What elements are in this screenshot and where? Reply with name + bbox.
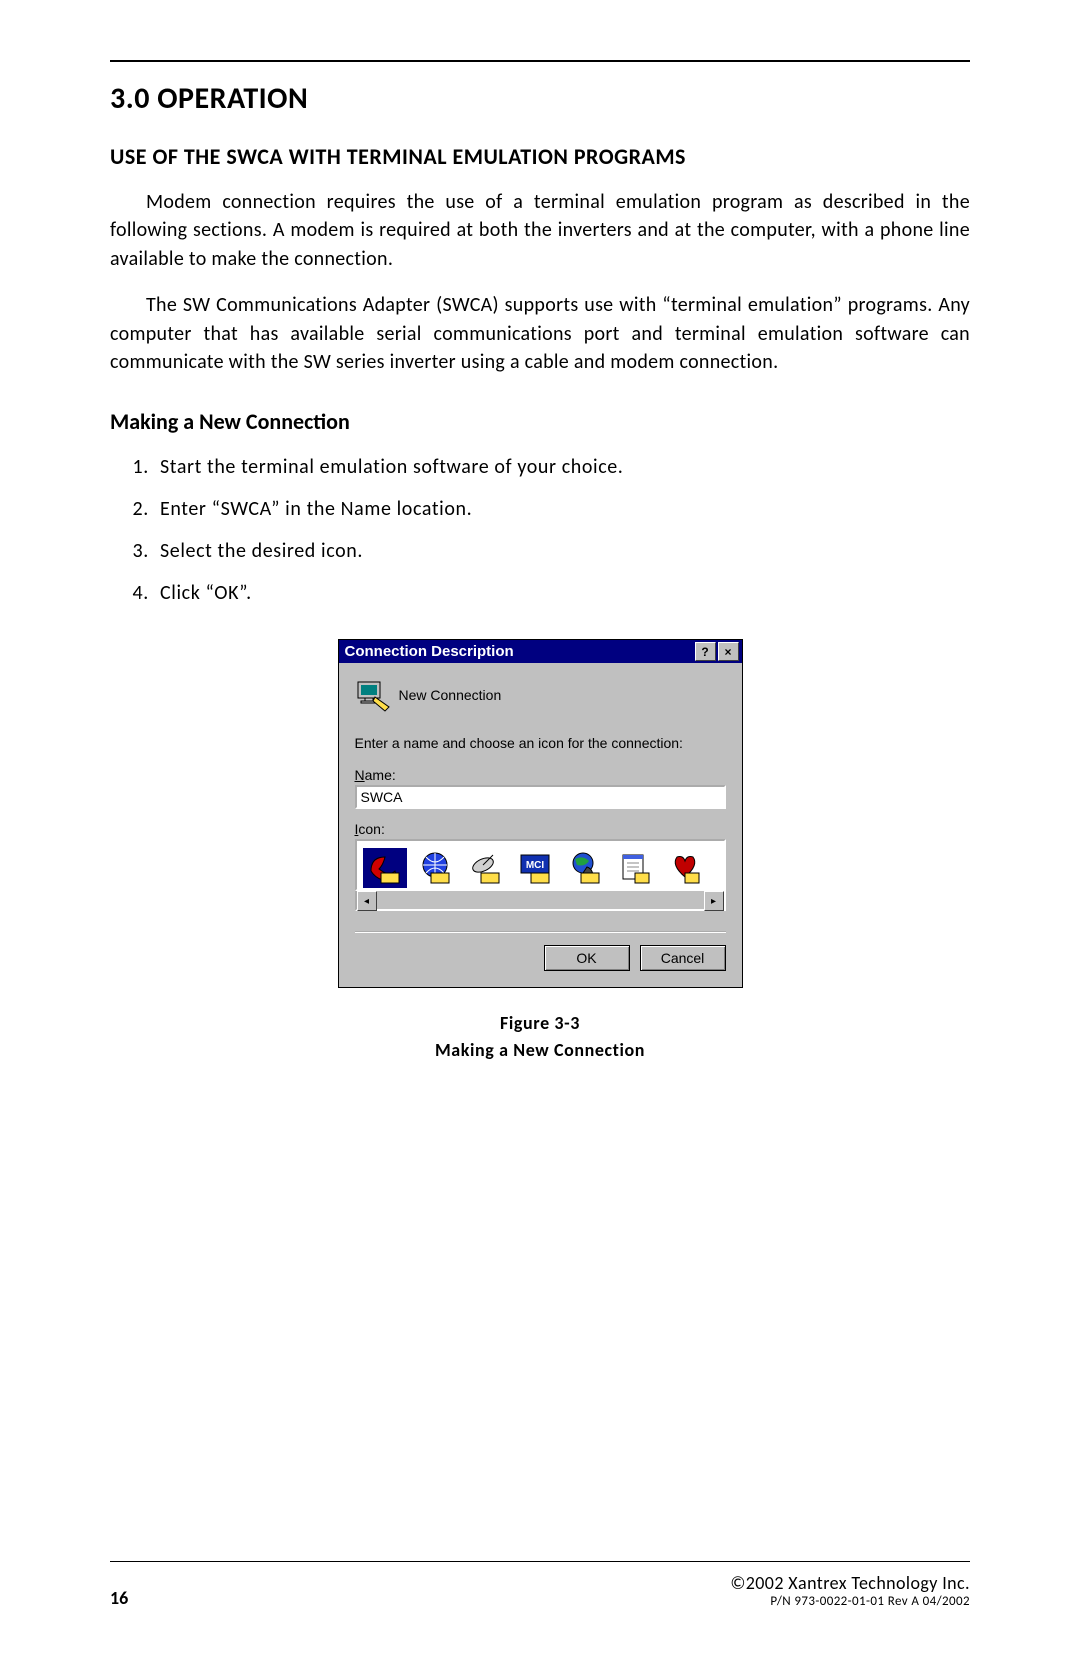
steps-list: Start the terminal emulation software of… <box>154 449 970 611</box>
new-connection-label: New Connection <box>399 687 502 703</box>
dialog-title: Connection Description <box>345 643 693 660</box>
copyright-text: ©2002 Xantrex Technology Inc. <box>730 1572 970 1594</box>
satellite-dish-icon[interactable] <box>463 848 507 888</box>
new-connection-icon <box>355 677 391 713</box>
scroll-right-button[interactable]: ▸ <box>704 891 724 911</box>
footer: 16 ©2002 Xantrex Technology Inc. P/N 973… <box>110 1561 970 1609</box>
computer-paper-icon[interactable] <box>613 848 657 888</box>
phone-modem-icon[interactable] <box>363 848 407 888</box>
dialog-divider <box>355 931 726 933</box>
icon-label: Icon: <box>355 821 726 837</box>
new-connection-row: New Connection <box>355 677 726 713</box>
cancel-button[interactable]: Cancel <box>640 945 726 971</box>
step-3: Select the desired icon. <box>154 533 970 569</box>
globe-lines-icon[interactable] <box>413 848 457 888</box>
top-rule <box>110 60 970 62</box>
step-4: Click “OK”. <box>154 575 970 611</box>
part-number: P/N 973-0022-01-01 Rev A 04/2002 <box>730 1594 970 1609</box>
scroll-track[interactable] <box>377 891 704 909</box>
help-button[interactable]: ? <box>695 642 716 661</box>
name-input[interactable] <box>355 785 726 809</box>
connection-description-dialog: Connection Description ? × New Connectio… <box>338 639 743 988</box>
icon-section: Icon: MCI <box>355 821 726 911</box>
name-label-text: ame: <box>365 767 396 783</box>
mci-icon[interactable]: MCI <box>513 848 557 888</box>
globe-phone-icon[interactable] <box>563 848 607 888</box>
figure-caption: Figure 3-3 Making a New Connection <box>110 1010 970 1064</box>
icon-label-text: con: <box>358 821 384 837</box>
dialog-prompt: Enter a name and choose an icon for the … <box>355 735 726 751</box>
body-paragraph-1: Modem connection requires the use of a t… <box>110 188 970 273</box>
svg-text:MCI: MCI <box>525 860 544 871</box>
dialog-titlebar: Connection Description ? × <box>339 640 742 663</box>
step-2: Enter “SWCA” in the Name location. <box>154 491 970 527</box>
icon-scrollbar[interactable]: ◂ ▸ <box>355 891 726 911</box>
figure-title: Making a New Connection <box>435 1039 645 1061</box>
figure-number: Figure 3-3 <box>500 1012 580 1034</box>
step-1: Start the terminal emulation software of… <box>154 449 970 485</box>
subsection-title: Making a New Connection <box>110 408 970 435</box>
dialog-button-row: OK Cancel <box>355 945 726 971</box>
scroll-left-button[interactable]: ◂ <box>357 891 377 911</box>
dialog-body: New Connection Enter a name and choose a… <box>339 663 742 987</box>
close-button[interactable]: × <box>718 642 739 661</box>
ok-button[interactable]: OK <box>544 945 630 971</box>
body-paragraph-2: The SW Communications Adapter (SWCA) sup… <box>110 291 970 376</box>
page-number: 16 <box>110 1587 128 1609</box>
section-title: USE OF THE SWCA WITH TERMINAL EMULATION … <box>110 143 970 170</box>
icon-strip[interactable]: MCI <box>355 839 726 891</box>
name-label: Name: <box>355 767 726 783</box>
name-label-access: N <box>355 767 365 783</box>
heart-phone-icon[interactable] <box>663 848 707 888</box>
chapter-title: 3.0 OPERATION <box>110 80 970 117</box>
